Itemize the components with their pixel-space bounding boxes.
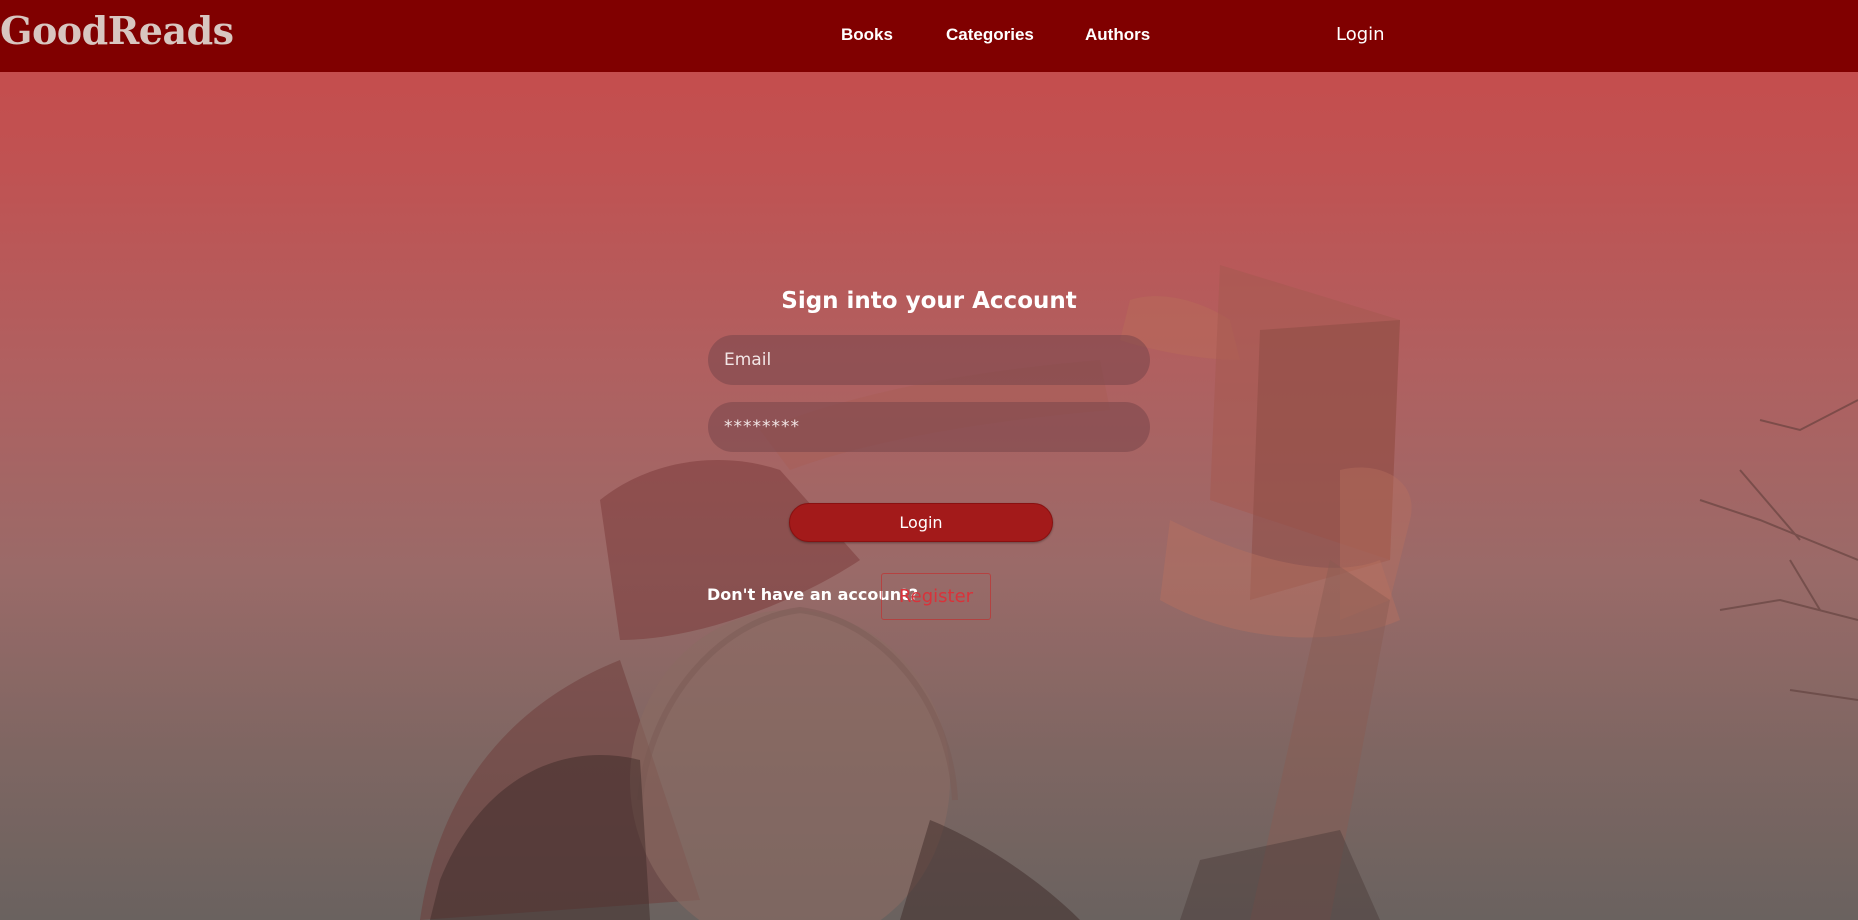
nav-login-link[interactable]: Login [1336,24,1385,45]
reader-photo-illustration [420,265,1858,920]
nav-link-books[interactable]: Books [841,25,893,45]
top-navbar: GoodReads Books Categories Authors Login [0,0,1858,72]
register-button[interactable]: Register [881,573,991,620]
nav-link-authors[interactable]: Authors [1085,25,1150,45]
nav-link-categories[interactable]: Categories [946,25,1034,45]
login-button[interactable]: Login [789,503,1053,542]
email-input[interactable]: Email [708,335,1150,385]
brand-logo[interactable]: GoodReads [0,8,234,53]
hero-background [0,0,1858,920]
form-title: Sign into your Account [781,288,1077,314]
password-input[interactable]: ******** [708,402,1150,452]
